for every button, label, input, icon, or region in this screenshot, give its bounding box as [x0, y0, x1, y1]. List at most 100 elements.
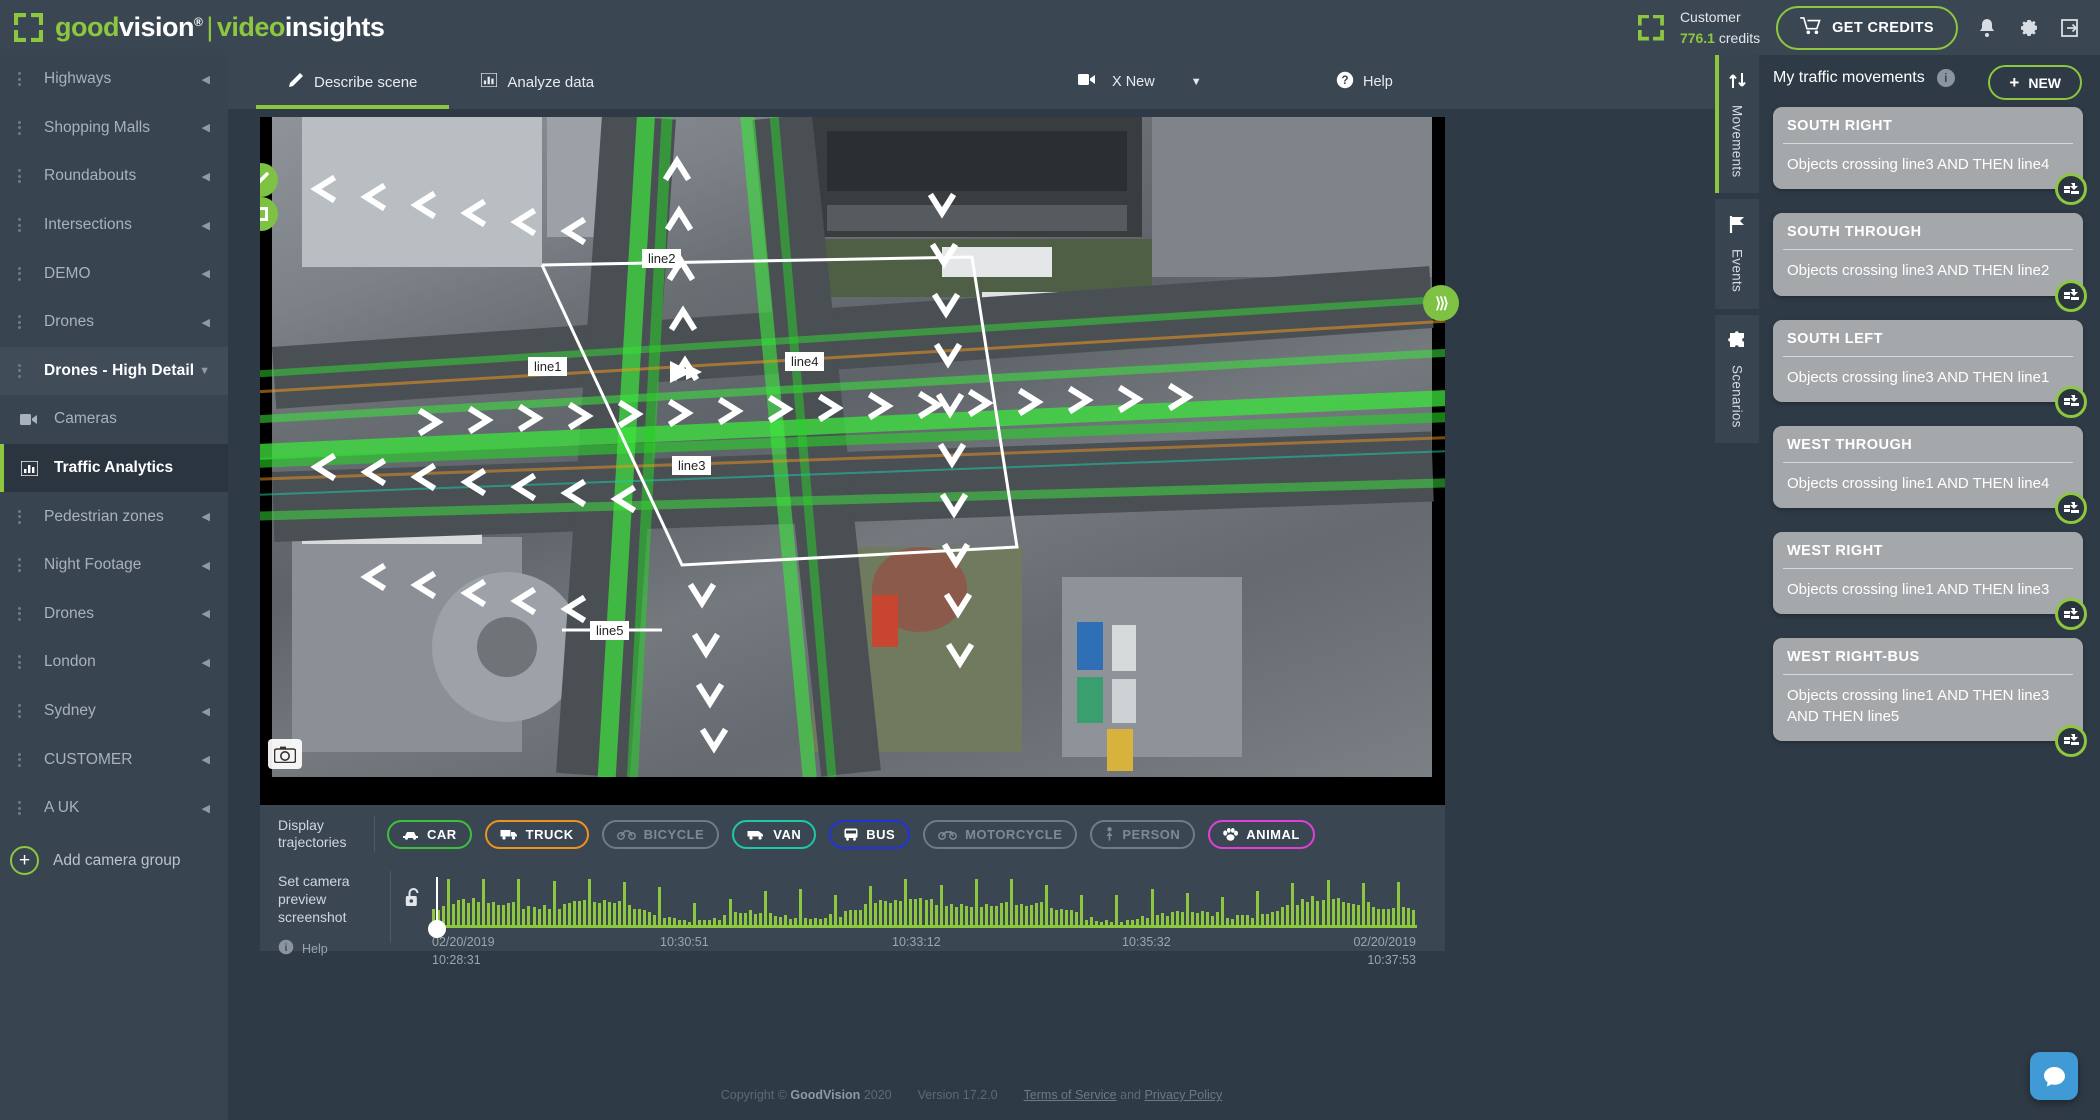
gear-icon[interactable]: [2016, 15, 2042, 41]
add-camera-group-label: Add camera group: [53, 851, 181, 869]
add-camera-group-button[interactable]: + Add camera group: [0, 833, 228, 889]
drag-handle-icon[interactable]: [18, 606, 30, 621]
tab-describe-scene[interactable]: Describe scene: [256, 55, 450, 109]
drag-handle-icon[interactable]: [18, 558, 30, 573]
drag-handle-icon[interactable]: [18, 72, 30, 87]
timeline-histogram-bar: [1311, 896, 1315, 927]
sidebar-group-highways[interactable]: Highways ◀: [0, 55, 228, 104]
logo-vision: vision: [118, 12, 195, 42]
sidebar-group-sydney[interactable]: Sydney ◀: [0, 687, 228, 736]
new-movement-button[interactable]: + NEW: [1988, 65, 2082, 100]
sidebar-group-drones[interactable]: Drones ◀: [0, 298, 228, 347]
sidebar-group-shopping-malls[interactable]: Shopping Malls ◀: [0, 104, 228, 153]
movement-card[interactable]: SOUTH THROUGH Objects crossing line3 AND…: [1773, 213, 2087, 312]
app-logo[interactable]: goodvision® | videoinsights: [14, 12, 385, 43]
chip-bus[interactable]: BUS: [829, 819, 911, 849]
chip-animal[interactable]: ANIMAL: [1208, 819, 1315, 849]
movement-badge-icon[interactable]: [2055, 385, 2087, 418]
drag-handle-icon[interactable]: [18, 752, 30, 767]
bell-icon[interactable]: [1974, 15, 2000, 41]
sidebar-item-cameras[interactable]: Cameras: [0, 395, 228, 444]
tab-analyze-data[interactable]: Analyze data: [459, 55, 616, 109]
timeline-track[interactable]: [432, 925, 1417, 928]
line-label-line1[interactable]: line1: [528, 357, 568, 376]
sidebar-group-drones-high-detail[interactable]: Drones - High Detail ▼: [0, 346, 228, 396]
bar-chart-icon: [480, 72, 498, 91]
sidebar-group-night-footage[interactable]: Night Footage ◀: [0, 541, 228, 590]
info-icon[interactable]: i: [1936, 69, 1955, 87]
drag-handle-icon[interactable]: [18, 509, 30, 524]
vtab-scenarios[interactable]: Scenarios: [1715, 314, 1759, 444]
chip-van[interactable]: VAN: [732, 819, 817, 849]
chip-truck[interactable]: TRUCK: [484, 819, 589, 849]
timeline-histogram-bar: [1326, 879, 1330, 927]
line-label-line5[interactable]: line5: [590, 621, 630, 640]
movement-badge-icon[interactable]: [2055, 598, 2087, 631]
drag-handle-icon[interactable]: [18, 801, 30, 816]
timeline-histogram-bar: [562, 903, 566, 927]
chip-label: BICYCLE: [643, 826, 705, 842]
truck-icon: [500, 828, 518, 840]
line-label-line3[interactable]: line3: [672, 456, 712, 475]
movement-badge-icon[interactable]: [2055, 173, 2087, 206]
chip-label: VAN: [773, 826, 802, 842]
drag-handle-icon[interactable]: [18, 218, 30, 233]
movement-badge-icon[interactable]: [2055, 492, 2087, 524]
sidebar-group-pedestrian-zones[interactable]: Pedestrian zones ◀: [0, 492, 228, 541]
privacy-policy-link[interactable]: Privacy Policy: [1144, 1088, 1222, 1102]
sidebar-group-intersections[interactable]: Intersections ◀: [0, 201, 228, 250]
movement-card[interactable]: SOUTH LEFT Objects crossing line3 AND TH…: [1773, 319, 2087, 418]
screenshot-button[interactable]: [268, 739, 302, 769]
unlocked-padlock-icon[interactable]: [405, 887, 422, 913]
timeline-playhead-handle[interactable]: [428, 920, 446, 938]
timeline-histogram-bar: [1321, 899, 1325, 927]
chat-support-button[interactable]: [2030, 1052, 2078, 1100]
drag-handle-icon[interactable]: [18, 363, 30, 378]
line-label-line2[interactable]: line2: [642, 249, 682, 268]
drag-handle-icon[interactable]: [18, 169, 30, 184]
sidebar-item-traffic-analytics[interactable]: Traffic Analytics: [0, 443, 228, 493]
chip-car[interactable]: CAR: [387, 819, 472, 849]
timeline-histogram-bar: [944, 905, 948, 927]
get-credits-button[interactable]: GET CREDITS: [1776, 5, 1958, 50]
drag-handle-icon[interactable]: [18, 120, 30, 135]
movement-badge-icon[interactable]: [2055, 279, 2087, 312]
drag-handle-icon[interactable]: [18, 266, 30, 281]
movement-card[interactable]: WEST RIGHT Objects crossing line1 AND TH…: [1773, 532, 2087, 631]
timeline-histogram-bar: [507, 902, 511, 927]
sidebar-group-demo[interactable]: DEMO ◀: [0, 249, 228, 298]
sidebar-group-label: Drones: [44, 604, 94, 622]
next-step-button[interactable]: ⟩⟩⟩: [1423, 285, 1459, 321]
chip-person[interactable]: PERSON: [1090, 819, 1196, 849]
timeline-histogram[interactable]: [432, 877, 1417, 927]
terms-of-service-link[interactable]: Terms of Service: [1024, 1088, 1117, 1102]
logout-icon[interactable]: [2058, 15, 2084, 41]
sidebar-group-roundabouts[interactable]: Roundabouts ◀: [0, 152, 228, 201]
video-viewport[interactable]: line1 line2 line3 line4 line5: [260, 117, 1445, 777]
camera-dropdown[interactable]: X New ▼: [1112, 74, 1202, 90]
vtab-movements[interactable]: Movements: [1715, 55, 1759, 194]
vtab-events[interactable]: Events: [1715, 199, 1759, 309]
chip-motorcycle[interactable]: MOTORCYCLE: [923, 819, 1078, 849]
timeline-histogram-bar: [869, 886, 873, 927]
sidebar-group-london[interactable]: London ◀: [0, 638, 228, 687]
timeline-help-button[interactable]: i Help: [278, 939, 328, 958]
sidebar-group-drones-2[interactable]: Drones ◀: [0, 590, 228, 639]
drag-handle-icon[interactable]: [18, 655, 30, 670]
timeline-histogram-bar: [1080, 895, 1084, 927]
movement-card[interactable]: WEST RIGHT-BUS Objects crossing line1 AN…: [1773, 638, 2087, 757]
copyright-year: 2020: [863, 1088, 892, 1102]
sidebar-group-a-uk[interactable]: A UK ◀: [0, 784, 228, 833]
movement-card[interactable]: SOUTH RIGHT Objects crossing line3 AND T…: [1773, 107, 2087, 206]
movement-badge-icon[interactable]: [2055, 724, 2087, 757]
movement-card[interactable]: WEST THROUGH Objects crossing line1 AND …: [1773, 425, 2087, 524]
timeline-histogram-bar: [924, 900, 928, 927]
vtab-label: Movements: [1729, 105, 1745, 178]
drag-handle-icon[interactable]: [18, 315, 30, 330]
chip-bicycle[interactable]: BICYCLE: [601, 819, 720, 849]
sidebar-group-customer[interactable]: CUSTOMER ◀: [0, 735, 228, 784]
help-button[interactable]: ? Help: [1336, 71, 1393, 93]
line-label-line4[interactable]: line4: [785, 352, 825, 371]
camera-selector[interactable]: X New ▼: [1078, 73, 1202, 91]
drag-handle-icon[interactable]: [18, 704, 30, 719]
